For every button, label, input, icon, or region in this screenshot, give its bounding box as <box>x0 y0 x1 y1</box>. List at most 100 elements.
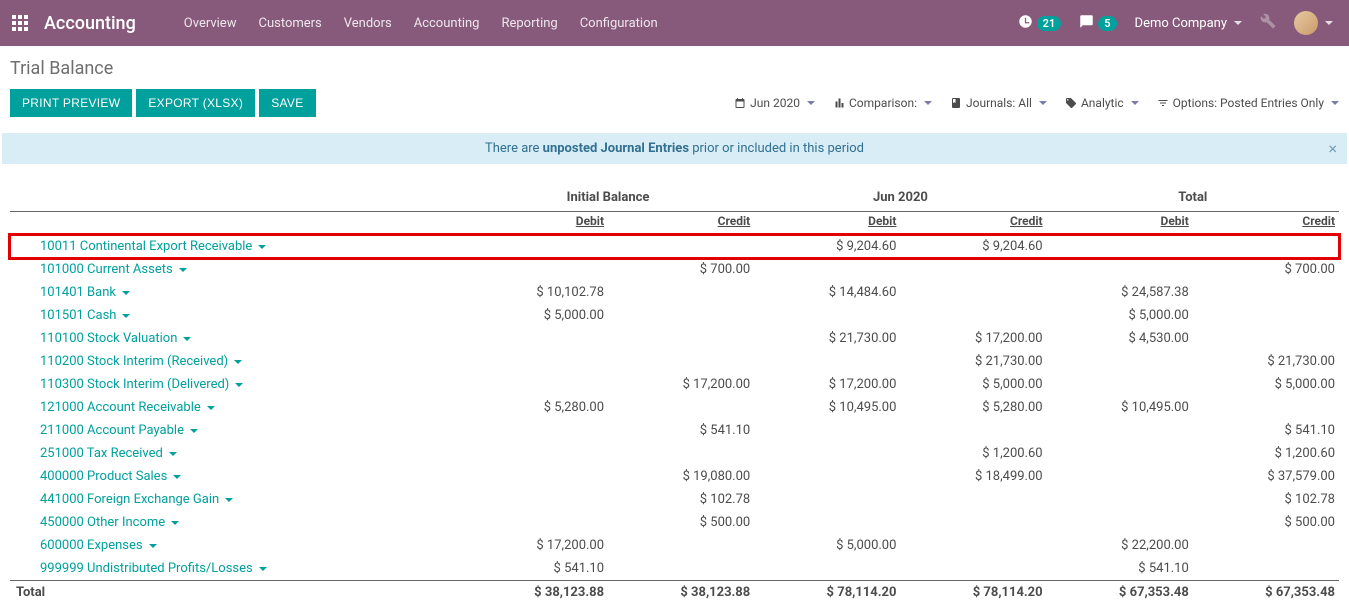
cell-p_d <box>754 488 900 511</box>
cell-t_d: $ 10,495.00 <box>1047 396 1193 419</box>
cell-ib_c <box>608 327 754 350</box>
nav-reporting[interactable]: Reporting <box>501 16 557 31</box>
total-ib-c: $ 38,123.88 <box>608 581 754 605</box>
account-link[interactable]: 101401 Bank <box>40 285 130 300</box>
filter-options[interactable]: Options: Posted Entries Only <box>1157 96 1339 110</box>
chevron-down-icon <box>1131 101 1139 105</box>
cell-t_d: $ 24,587.38 <box>1047 281 1193 304</box>
print-preview-button[interactable]: PRINT PREVIEW <box>10 89 132 117</box>
cell-t_c: $ 700.00 <box>1193 258 1339 281</box>
activities-button[interactable]: 21 <box>1018 14 1062 33</box>
sub-header-row: Debit Credit Debit Credit Debit Credit <box>10 212 1339 235</box>
cell-t_d: $ 5,000.00 <box>1047 304 1193 327</box>
filter-comparison[interactable]: Comparison: <box>833 96 932 110</box>
account-link[interactable]: 110100 Stock Valuation <box>40 331 191 346</box>
cell-ib_d <box>462 488 608 511</box>
avatar <box>1294 11 1318 35</box>
chart-icon <box>833 97 845 109</box>
cell-ib_d <box>462 327 608 350</box>
nav-configuration[interactable]: Configuration <box>580 16 658 31</box>
app-name[interactable]: Accounting <box>44 13 136 34</box>
cell-p_d <box>754 258 900 281</box>
col-initial-balance: Initial Balance <box>462 184 754 212</box>
topbar: Accounting Overview Customers Vendors Ac… <box>0 0 1349 46</box>
account-link[interactable]: 110300 Stock Interim (Delivered) <box>40 377 243 392</box>
cell-ib_c <box>608 442 754 465</box>
chevron-down-icon <box>924 101 932 105</box>
cell-t_d <box>1047 258 1193 281</box>
filter-date[interactable]: Jun 2020 <box>734 96 815 110</box>
company-switcher[interactable]: Demo Company <box>1135 16 1242 31</box>
account-link[interactable]: 400000 Product Sales <box>40 469 181 484</box>
account-link[interactable]: 999999 Undistributed Profits/Losses <box>40 561 267 576</box>
filter-analytic[interactable]: Analytic <box>1065 96 1139 110</box>
cell-p_c <box>900 419 1046 442</box>
cell-ib_c: $ 700.00 <box>608 258 754 281</box>
table-row: 251000 Tax Received $ 1,200.60$ 1,200.60 <box>10 442 1339 465</box>
info-banner: There are unposted Journal Entries prior… <box>2 133 1347 164</box>
cell-t_c: $ 21,730.00 <box>1193 350 1339 373</box>
banner-text-bold: unposted Journal Entries <box>543 141 689 156</box>
chevron-down-icon <box>259 567 267 571</box>
cell-p_d <box>754 419 900 442</box>
col-p-credit: Credit <box>900 212 1046 235</box>
cell-p_c <box>900 511 1046 534</box>
filter-journals[interactable]: Journals: All <box>950 96 1047 110</box>
cell-ib_c: $ 102.78 <box>608 488 754 511</box>
cell-p_c: $ 21,730.00 <box>900 350 1046 373</box>
account-link[interactable]: 110200 Stock Interim (Received) <box>40 354 242 369</box>
cell-ib_d <box>462 465 608 488</box>
account-link[interactable]: 10011 Continental Export Receivable <box>40 239 266 254</box>
cell-t_c <box>1193 396 1339 419</box>
user-menu[interactable] <box>1294 11 1333 35</box>
nav-overview[interactable]: Overview <box>184 16 237 31</box>
message-icon <box>1079 14 1094 33</box>
col-ib-debit: Debit <box>462 212 608 235</box>
cell-ib_d <box>462 511 608 534</box>
cell-p_c: $ 17,200.00 <box>900 327 1046 350</box>
cell-t_d <box>1047 465 1193 488</box>
table-row: 101401 Bank $ 10,102.78$ 14,484.60$ 24,5… <box>10 281 1339 304</box>
account-link[interactable]: 121000 Account Receivable <box>40 400 215 415</box>
close-icon[interactable]: × <box>1328 139 1337 158</box>
cell-t_c <box>1193 327 1339 350</box>
cell-t_d <box>1047 373 1193 396</box>
top-right: 21 5 Demo Company <box>1018 11 1333 35</box>
table-row: 121000 Account Receivable $ 5,280.00$ 10… <box>10 396 1339 419</box>
account-link[interactable]: 450000 Other Income <box>40 515 179 530</box>
chevron-down-icon <box>122 291 130 295</box>
save-button[interactable]: SAVE <box>259 89 315 117</box>
messages-button[interactable]: 5 <box>1079 14 1116 33</box>
banner-text-pre: There are <box>485 141 543 156</box>
nav-vendors[interactable]: Vendors <box>344 16 392 31</box>
total-label: Total <box>10 581 462 605</box>
chevron-down-icon <box>235 383 243 387</box>
table-row: 110200 Stock Interim (Received) $ 21,730… <box>10 350 1339 373</box>
cell-t_c: $ 500.00 <box>1193 511 1339 534</box>
total-ib-d: $ 38,123.88 <box>462 581 608 605</box>
account-link[interactable]: 441000 Foreign Exchange Gain <box>40 492 233 507</box>
cell-p_d: $ 9,204.60 <box>754 235 900 259</box>
cell-ib_c <box>608 350 754 373</box>
account-link[interactable]: 251000 Tax Received <box>40 446 177 461</box>
cell-p_d <box>754 304 900 327</box>
cell-t_d <box>1047 511 1193 534</box>
chevron-down-icon <box>1234 21 1242 25</box>
nav-customers[interactable]: Customers <box>258 16 321 31</box>
apps-icon[interactable] <box>12 15 28 31</box>
account-link[interactable]: 101000 Current Assets <box>40 262 187 277</box>
export-xlsx-button[interactable]: EXPORT (XLSX) <box>136 89 255 117</box>
cell-t_c: $ 1,200.60 <box>1193 442 1339 465</box>
table-row: 600000 Expenses $ 17,200.00$ 5,000.00$ 2… <box>10 534 1339 557</box>
account-link[interactable]: 101501 Cash <box>40 308 130 323</box>
cell-p_d: $ 14,484.60 <box>754 281 900 304</box>
col-t-credit: Credit <box>1193 212 1339 235</box>
total-p-c: $ 78,114.20 <box>900 581 1046 605</box>
debug-icon[interactable] <box>1260 13 1276 33</box>
account-link[interactable]: 211000 Account Payable <box>40 423 198 438</box>
nav-accounting[interactable]: Accounting <box>414 16 480 31</box>
table-row: 110100 Stock Valuation $ 21,730.00$ 17,2… <box>10 327 1339 350</box>
action-row: PRINT PREVIEW EXPORT (XLSX) SAVE Jun 202… <box>10 89 1339 117</box>
account-link[interactable]: 600000 Expenses <box>40 538 157 553</box>
cell-p_c <box>900 534 1046 557</box>
